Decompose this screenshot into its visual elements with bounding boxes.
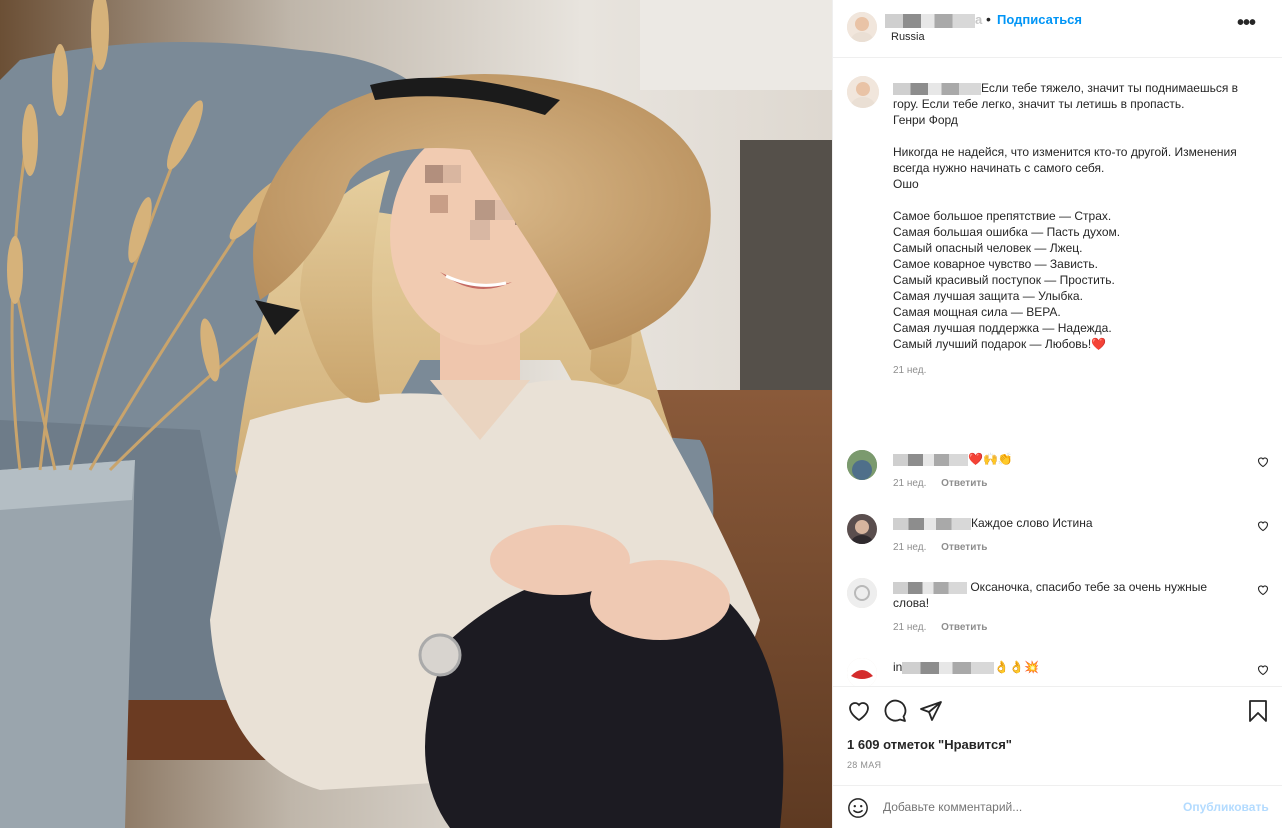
caption-line: Самая лучшая поддержка — Надежда. [893,321,1112,335]
comment-meta: 21 нед. Ответить [893,542,999,553]
comment-icon[interactable] [883,699,907,723]
post-date[interactable]: 28 МАЯ [847,760,881,770]
commenter-avatar[interactable] [847,658,877,686]
post-caption: Если тебе тяжело, значит ты поднимаешься… [893,80,1263,352]
caption-avatar[interactable] [847,76,879,108]
more-icon[interactable]: ••• [1237,12,1256,35]
follow-button[interactable]: Подписаться [997,12,1082,27]
caption-line: Генри Форд [893,113,958,127]
avatar-image [847,450,877,480]
commenter-avatar[interactable] [847,514,877,544]
avatar-image [847,12,877,42]
caption-line: Самый красивый поступок — Простить. [893,273,1115,287]
username-redaction [885,13,975,28]
reply-button[interactable]: Ответить [941,478,987,489]
comment-time[interactable]: 21 нед. [893,622,926,633]
caption-line: Никогда не надейся, что изменится кто-то… [893,145,1237,175]
commenter-avatar[interactable] [847,578,877,608]
avatar-image [847,514,877,544]
caption-line: Самый опасный человек — Лжец. [893,241,1083,255]
author-username[interactable]: a [885,12,982,28]
post-location[interactable]: Russia [891,31,925,43]
publish-button[interactable]: Опубликовать [1183,800,1269,814]
photo-illustration [0,0,832,828]
emoji-icon[interactable] [847,797,869,819]
comment-heart-icon[interactable] [1257,456,1269,468]
avatar-image [847,578,877,608]
caption-line: Самая мощная сила — ВЕРА. [893,305,1061,319]
header-separator: • [986,11,991,27]
comments-scroll[interactable]: Если тебе тяжело, значит ты поднимаешься… [833,58,1282,686]
caption-line: Если тебе тяжело, значит ты поднимаешься… [893,81,1239,111]
comment-text: ❤️🙌👏 [893,451,1223,467]
comment-text: in 👌👌💥 [893,660,1040,674]
reply-button[interactable]: Ответить [941,622,987,633]
commenter-username-redaction[interactable] [893,517,971,530]
comment-heart-icon[interactable] [1257,664,1269,676]
username-suffix: a [975,12,983,27]
comment-text: Оксаночка, спасибо тебе за очень нужные … [893,580,1208,610]
comment-meta: 21 нед. Ответить [893,622,999,633]
comment-heart-icon[interactable] [1257,584,1269,596]
bookmark-icon[interactable] [1247,699,1269,723]
heart-icon[interactable] [847,699,871,723]
caption-time[interactable]: 21 нед. [893,365,926,376]
post-detail-panel: a • Подписаться Russia ••• Если тебе тяж… [832,0,1282,828]
commenter-username-redaction[interactable] [893,581,967,594]
likes-count[interactable]: 1 609 отметок "Нравится" [847,737,1012,752]
comment-text: Каждое слово Истина [893,515,1223,531]
comment-time[interactable]: 21 нед. [893,478,926,489]
comment-time[interactable]: 21 нед. [893,542,926,553]
caption-line: Самая большая ошибка — Пасть духом. [893,225,1121,239]
comment-heart-icon[interactable] [1257,520,1269,532]
caption-username-redaction[interactable] [893,82,981,95]
author-avatar[interactable] [847,12,877,42]
caption-line: Самое коварное чувство — Зависть. [893,257,1099,271]
reply-button[interactable]: Ответить [941,542,987,553]
post-photo[interactable] [0,0,832,828]
commenter-username-prefix[interactable]: in [893,660,902,674]
commenter-username-redaction[interactable] [893,453,968,466]
comment-input[interactable] [883,800,1143,814]
add-comment-row: Опубликовать [833,785,1282,830]
avatar-image [847,658,877,686]
commenter-avatar[interactable] [847,450,877,480]
post-header: a • Подписаться Russia ••• [833,0,1282,58]
caption-line: Самый лучший подарок — Любовь!❤️ [893,337,1107,351]
caption-line: Самое большое препятствие — Страх. [893,209,1112,223]
avatar-image [847,76,879,108]
commenter-username-redaction[interactable] [902,661,995,674]
caption-line: Ошо [893,177,919,191]
share-icon[interactable] [919,699,943,723]
caption-line: Самая лучшая защита — Улыбка. [893,289,1083,303]
comment-meta: 21 нед. Ответить [893,478,999,489]
post-actions: 1 609 отметок "Нравится" 28 МАЯ Опублико… [833,686,1282,829]
